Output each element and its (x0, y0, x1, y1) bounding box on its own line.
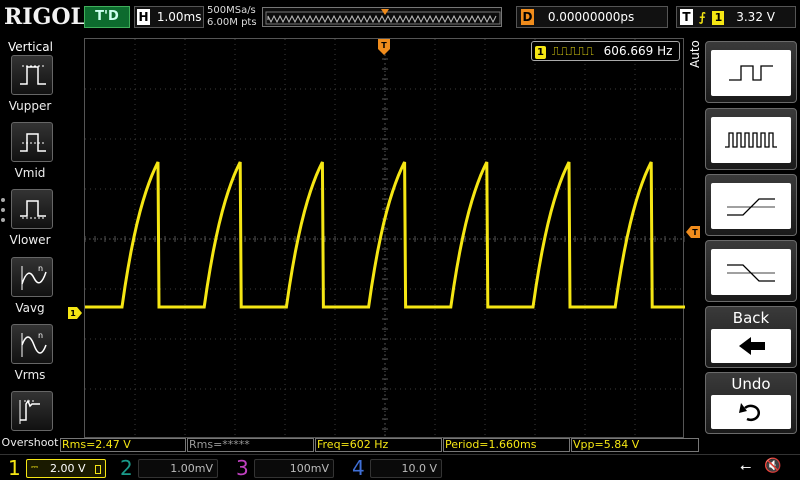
ch2-scale-box[interactable]: 1.00mV (138, 459, 218, 478)
usb-icon: ⭠ (740, 459, 752, 475)
vavg-label: Vavg (15, 301, 45, 315)
ch3-scale-box[interactable]: 100mV (254, 459, 334, 478)
measurement-item[interactable]: Period=1.660ms (443, 438, 570, 452)
trigger-level-marker[interactable]: T (686, 226, 700, 238)
overshoot-label: Overshoot (1, 436, 59, 449)
ch2-number[interactable]: 2 (120, 456, 133, 480)
ch3-number[interactable]: 3 (236, 456, 249, 480)
pulse-train-icon (725, 132, 777, 148)
svg-text:T: T (381, 41, 387, 50)
vrms-icon: n (21, 331, 47, 357)
ch1-number[interactable]: 1 (8, 456, 21, 480)
measurement-results: Rms=2.47 V Rms=***** Freq=602 Hz Period=… (60, 438, 700, 452)
rising-edge-icon: ⨍ (698, 10, 706, 24)
delay-value: 0.00000000ps (547, 10, 635, 24)
horizontal-scale-display[interactable]: H 1.00ms (134, 6, 204, 28)
ch4-scale-box[interactable]: 10.0 V (370, 459, 442, 478)
vrms-label: Vrms (14, 368, 46, 382)
single-pulse-button[interactable] (705, 41, 797, 103)
measurement-item[interactable]: Vpp=5.84 V (571, 438, 699, 452)
ch1-ground-marker[interactable]: 1 (68, 307, 82, 319)
counter-value: 606.669 Hz (603, 44, 673, 58)
back-button[interactable]: Back (705, 306, 797, 368)
vlower-button[interactable] (11, 189, 53, 229)
speaker-muted-icon[interactable]: 🔇 (764, 458, 781, 474)
undo-button[interactable]: Undo (705, 372, 797, 434)
memory-position-bar[interactable] (262, 7, 502, 27)
svg-text:n: n (38, 331, 43, 340)
vavg-button[interactable]: n (11, 257, 53, 297)
vupper-icon (20, 65, 46, 85)
acquisition-info: 500MSa/s 6.00M pts (207, 5, 257, 29)
ch1-marker-label: 1 (70, 309, 76, 318)
sample-rate: 500MSa/s (207, 5, 256, 16)
overshoot-button[interactable] (11, 391, 53, 431)
undo-label: Undo (731, 375, 771, 393)
trigger-mode-label: Auto (688, 40, 702, 68)
vrms-button[interactable]: n (11, 324, 53, 364)
horizontal-letter: H (137, 9, 150, 25)
measure-panel: Vertical Vupper Vmid Vlower n Vavg n Vrm… (0, 36, 60, 454)
trigger-display[interactable]: T ⨍ 1 3.32 V (676, 6, 796, 28)
pulse-train-button[interactable] (705, 108, 797, 170)
vupper-label: Vupper (8, 99, 52, 113)
vmid-button[interactable] (11, 122, 53, 162)
rising-ramp-icon (727, 198, 775, 216)
channel-bar: 1 ⎓ 2.00 V 2 1.00mV 3 100mV 4 10.0 V ⭠ 🔇 (0, 454, 800, 480)
ch1-scale-box[interactable]: ⎓ 2.00 V (26, 459, 106, 478)
graticule (85, 39, 685, 439)
ch4-number[interactable]: 4 (352, 456, 365, 480)
top-status-bar: RIGOL T'D H 1.00ms 500MSa/s 6.00M pts D … (0, 0, 800, 36)
counter-channel: 1 (535, 46, 546, 59)
memory-waveform-preview (265, 9, 501, 25)
softkey-menu: Back Undo (702, 38, 800, 438)
memory-depth: 6.00M pts (207, 17, 257, 28)
measurement-item[interactable]: Rms=2.47 V (60, 438, 186, 452)
trigger-level: 3.32 V (736, 10, 775, 24)
ch3-scale: 100mV (289, 462, 329, 475)
vupper-button[interactable] (11, 55, 53, 95)
delay-letter: D (521, 9, 534, 25)
trigger-source: 1 (712, 11, 725, 25)
trigger-position-marker[interactable]: T (378, 39, 390, 55)
measurement-item[interactable]: Rms=***** (187, 438, 314, 452)
run-status-badge[interactable]: T'D (84, 6, 130, 28)
pulse-train-icon: ⎍⎍⎍⎍⎍ (551, 44, 594, 58)
falling-ramp-icon (727, 264, 775, 282)
delay-display[interactable]: D 0.00000000ps (516, 6, 668, 28)
back-arrow-icon (739, 337, 765, 355)
ch2-scale: 1.00mV (170, 462, 213, 475)
vmid-label: Vmid (14, 166, 46, 180)
ch1-scale: 2.00 V (49, 462, 86, 475)
svg-text:T: T (692, 228, 698, 237)
measurement-item[interactable]: Freq=602 Hz (315, 438, 442, 452)
measure-category-title: Vertical (8, 40, 53, 54)
frequency-counter: 1 ⎍⎍⎍⎍⎍ 606.669 Hz (531, 41, 680, 61)
horizontal-scale-value: 1.00ms (156, 10, 202, 24)
vlower-label: Vlower (9, 233, 51, 247)
ch4-scale: 10.0 V (401, 462, 437, 475)
overshoot-icon (19, 399, 40, 424)
rising-ramp-button[interactable] (705, 174, 797, 236)
brand-logo: RIGOL (4, 4, 86, 30)
svg-text:n: n (38, 264, 43, 273)
undo-icon (739, 403, 760, 422)
dc-coupling-icon: ⎓ (31, 463, 39, 473)
bandwidth-limit-icon (95, 464, 101, 474)
back-label: Back (732, 309, 770, 327)
vlower-icon (20, 200, 46, 219)
trigger-letter: T (680, 9, 693, 25)
waveform-display[interactable] (84, 38, 685, 439)
falling-ramp-button[interactable] (705, 240, 797, 302)
page-indicator (1, 198, 7, 228)
vmid-icon (20, 133, 46, 152)
vavg-icon: n (21, 264, 47, 290)
single-pulse-icon (729, 65, 773, 81)
